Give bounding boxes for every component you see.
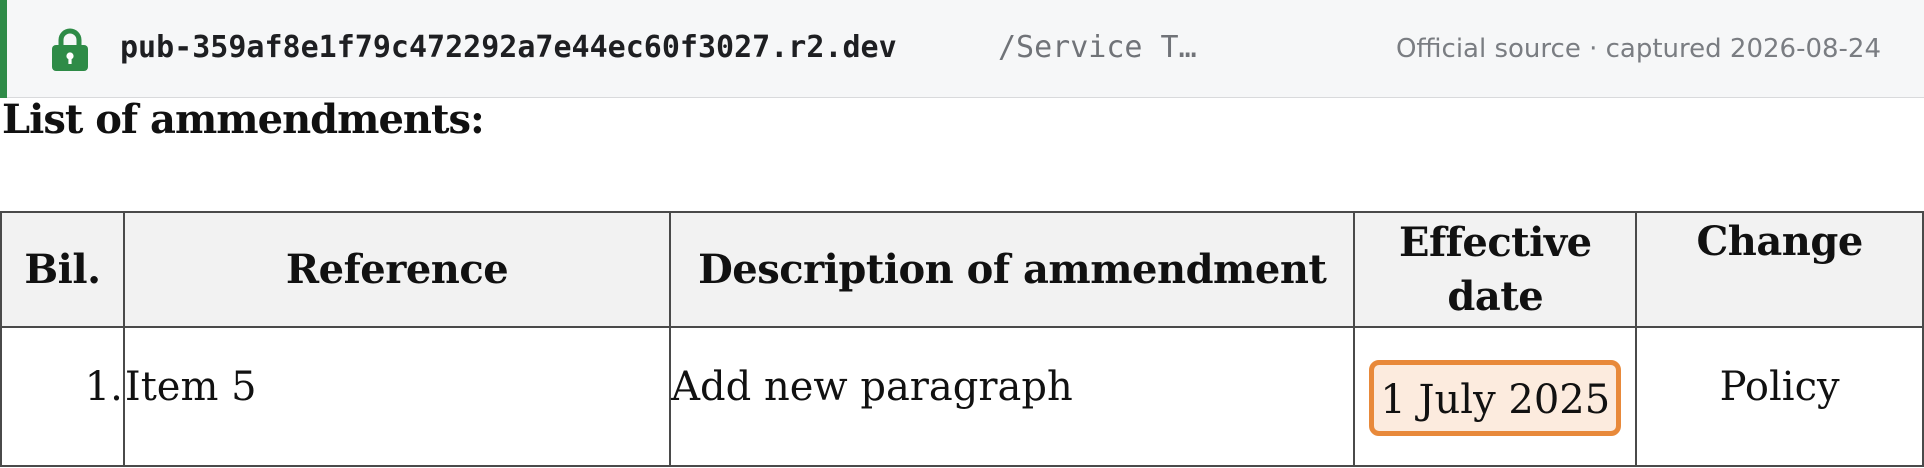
header-effective-date: Effective date [1353,211,1638,328]
table-row: 1. Item 5 Add new paragraph 1 July 2025 … [0,326,1924,467]
url-domain[interactable]: pub-359af8e1f79c472292a7e44ec60f3027.r2.… [120,28,897,68]
amendments-table: Bil. Reference Description of ammendment… [0,211,1924,467]
header-effective-line2: date [1447,272,1544,320]
lock-icon [52,28,88,71]
cell-effective-date: 1 July 2025 [1353,326,1638,467]
source-caption: Official source · captured 2026-08-24 [1395,34,1881,64]
cell-reference: Item 5 [122,326,672,467]
header-description: Description of ammendment [669,211,1356,328]
highlighted-effective-date: 1 July 2025 [1369,360,1622,436]
url-path[interactable]: /Service T… [998,28,1197,68]
header-change: Change [1635,211,1924,328]
header-bil: Bil. [0,211,125,328]
page-heading: List of ammendments: [2,96,485,143]
cell-bil: 1. [0,326,125,467]
address-bar: pub-359af8e1f79c472292a7e44ec60f3027.r2.… [0,0,1924,98]
cell-change: Policy [1635,326,1924,467]
header-effective-line1: Effective [1398,218,1592,266]
secure-accent-stripe [0,0,7,98]
cell-description: Add new paragraph [669,326,1356,467]
table-header-row: Bil. Reference Description of ammendment… [0,211,1924,328]
header-reference: Reference [122,211,672,328]
